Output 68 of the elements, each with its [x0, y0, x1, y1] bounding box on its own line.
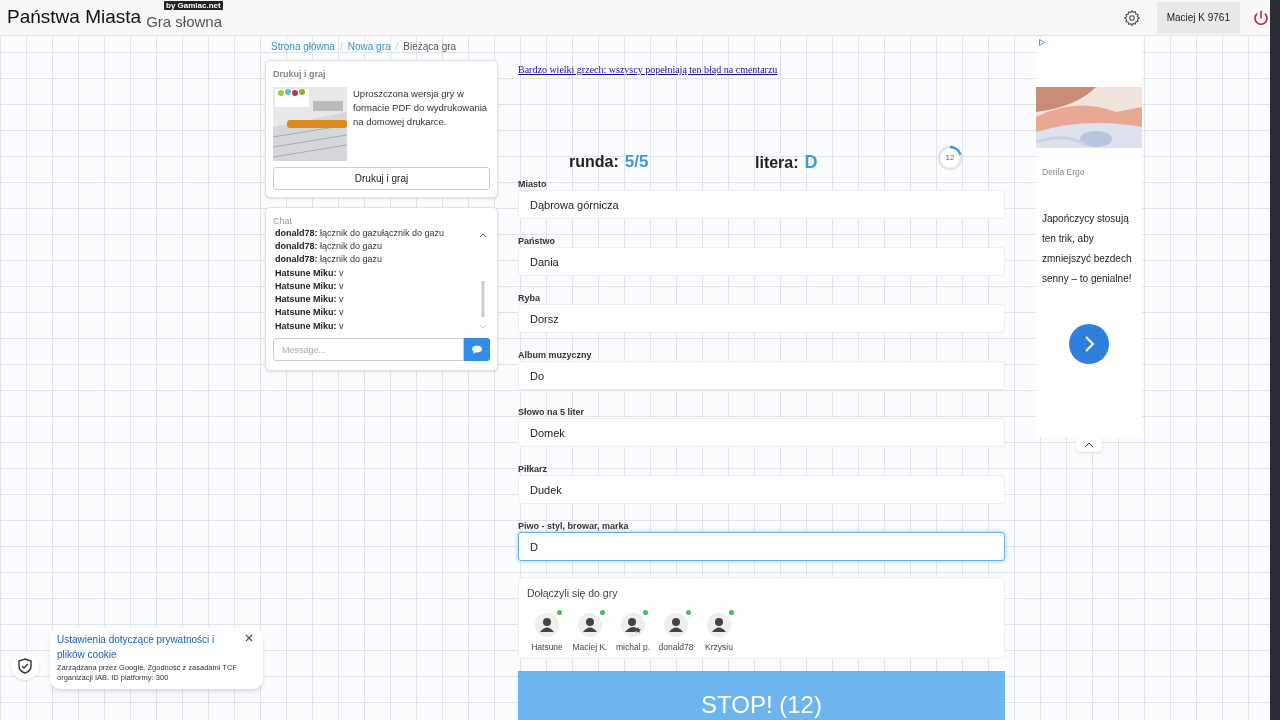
user-icon	[583, 617, 597, 632]
chat-message: donald78: łącznik do gazu	[275, 239, 384, 253]
site-subtitle: Gra słowna	[146, 13, 222, 30]
close-icon[interactable]	[245, 634, 253, 642]
field-label: Piwo - styl, browar, marka	[518, 520, 630, 532]
site-title[interactable]: Państwa Miasta	[7, 3, 142, 32]
power-icon[interactable]	[1252, 8, 1270, 27]
letter-label: litera:	[755, 152, 799, 173]
letter-value: D	[804, 150, 818, 174]
player-name: donald78	[658, 640, 694, 654]
user-icon	[712, 617, 726, 632]
promo-link[interactable]: Bardzo wielki grzech: wszyscy popełniają ten błąd na cmentarzu	[518, 64, 778, 75]
ad-sponsor: Derila Ergo	[1041, 166, 1086, 179]
breadcrumb-link[interactable]: Strona główna	[271, 38, 335, 54]
answer-field[interactable]: Dudek	[518, 475, 1005, 504]
answer-field[interactable]: Domek	[518, 418, 1005, 447]
chat-message: Hatsune Miku: v	[275, 306, 345, 320]
privacy-button[interactable]	[11, 652, 39, 680]
breadcrumb-link[interactable]: Nowa gra	[347, 38, 391, 54]
answer-field[interactable]: D	[518, 532, 1005, 561]
answer-field[interactable]: Dorsz	[518, 304, 1005, 333]
countdown-timer: 12	[937, 145, 963, 171]
player-name: Hatsune	[531, 640, 563, 654]
user-icon	[669, 617, 683, 632]
chat-message: Hatsune Miku: v	[275, 293, 345, 307]
answer-field[interactable]: Do	[518, 361, 1005, 390]
field-label: Miasto	[518, 178, 548, 190]
ad-next-button[interactable]	[1069, 323, 1109, 364]
field-label: Państwo	[518, 235, 556, 247]
round-value: 5/5	[624, 151, 649, 174]
user-button[interactable]: Maciej K 9761	[1156, 1, 1240, 34]
user-icon	[540, 617, 554, 632]
send-button[interactable]	[464, 338, 490, 361]
card-description: Uproszczona wersja gry w formacie PDF do wydrukowania na domowej drukarce.	[353, 86, 489, 129]
chevron-up-icon	[1084, 441, 1094, 448]
scrollbar[interactable]	[1270, 0, 1280, 720]
breadcrumb-separator: /	[339, 39, 343, 54]
player-name: Maciej K.	[572, 640, 608, 654]
settings-icon[interactable]	[1122, 8, 1141, 27]
message-field[interactable]: Message...	[273, 338, 464, 361]
players-title: Dołączyli się do gry	[527, 586, 619, 601]
field-label: Ryba	[518, 292, 541, 304]
card-title: Drukuj i graj	[273, 68, 327, 81]
answer-field[interactable]: Dąbrowa górnicza	[518, 190, 1005, 219]
field-label: Album muzyczny	[518, 349, 593, 361]
player-name: michal p.	[616, 640, 650, 654]
field-label: Piłkarz	[518, 463, 549, 475]
brand-badge: by Gamiac.net	[164, 1, 223, 10]
field-label: Słowo na 5 liter	[518, 406, 585, 418]
ad-text: Japończycy stosują ten trik, aby zmniejszyć bezdech senny – to genialne!	[1041, 211, 1133, 286]
chat-message: Hatsune Miku: v	[275, 279, 345, 293]
chat-message: donald78: łącznik do gazu	[275, 253, 384, 267]
user-star-icon	[625, 617, 641, 633]
round-label: runda:	[569, 152, 619, 173]
chat-title: Chat	[273, 214, 293, 228]
cookie-settings-link[interactable]: Ustawienia dotyczące prywatności i plików cookie	[57, 632, 256, 662]
breadcrumb-separator: /	[395, 39, 399, 54]
ad-choices-icon[interactable]	[1039, 39, 1045, 46]
current-page: Bieżąca gra	[403, 39, 457, 54]
player-name: Krzysiu	[705, 640, 733, 654]
answer-field[interactable]: Dania	[518, 247, 1005, 276]
chat-message: donald78: łącznik do gazułącznik do gazu	[275, 229, 446, 240]
print-button[interactable]: Drukuj i graj	[273, 166, 490, 190]
chat-bubble-icon	[472, 345, 482, 354]
chat-message: Hatsune Miku: v	[275, 266, 345, 280]
chat-message: Hatsune Miku: v	[275, 319, 345, 333]
shield-icon	[18, 658, 32, 674]
chevron-right-icon	[1083, 334, 1095, 353]
